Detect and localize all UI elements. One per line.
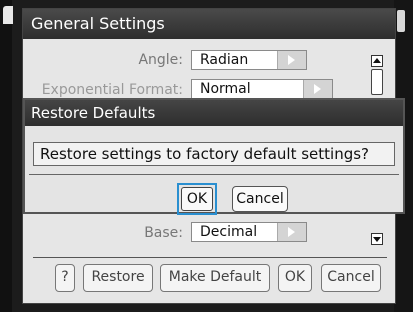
- dialog-cancel-button[interactable]: Cancel: [232, 186, 288, 212]
- background-edge-left: [0, 0, 13, 312]
- base-value: Decimal: [200, 224, 258, 240]
- scrollbar-thumb[interactable]: [371, 69, 383, 95]
- exponential-format-label: Exponential Format:: [41, 82, 183, 98]
- base-select[interactable]: Decimal: [191, 222, 307, 242]
- restore-button[interactable]: Restore: [83, 264, 153, 292]
- combo-arrow-icon[interactable]: [303, 80, 332, 98]
- scroll-up-icon[interactable]: [371, 55, 383, 67]
- angle-value: Radian: [200, 52, 249, 68]
- angle-label: Angle:: [138, 52, 183, 68]
- exponential-format-value: Normal: [200, 81, 251, 97]
- footer-divider: [33, 257, 387, 258]
- dialog-divider: [29, 174, 399, 175]
- dialog-ok-button[interactable]: OK: [181, 187, 213, 211]
- cancel-button[interactable]: Cancel: [321, 264, 381, 292]
- general-settings-window: General Settings Angle: Radian Exponenti…: [22, 8, 405, 304]
- exponential-format-select[interactable]: Normal: [191, 79, 333, 99]
- angle-select[interactable]: Radian: [191, 50, 307, 70]
- ok-button[interactable]: OK: [278, 264, 312, 292]
- dialog-message: Restore settings to factory default sett…: [33, 142, 395, 166]
- combo-arrow-icon[interactable]: [277, 51, 306, 69]
- base-label: Base:: [144, 225, 183, 241]
- scroll-down-icon[interactable]: [371, 233, 383, 245]
- background-corner: [3, 6, 13, 24]
- dialog-title: Restore Defaults: [25, 100, 403, 126]
- window-title: General Settings: [23, 9, 395, 39]
- background-tab: [397, 10, 405, 32]
- combo-arrow-icon[interactable]: [277, 223, 306, 241]
- help-button[interactable]: ?: [55, 264, 75, 292]
- make-default-button[interactable]: Make Default: [160, 264, 270, 292]
- restore-defaults-dialog: Restore Defaults Restore settings to fac…: [23, 98, 405, 215]
